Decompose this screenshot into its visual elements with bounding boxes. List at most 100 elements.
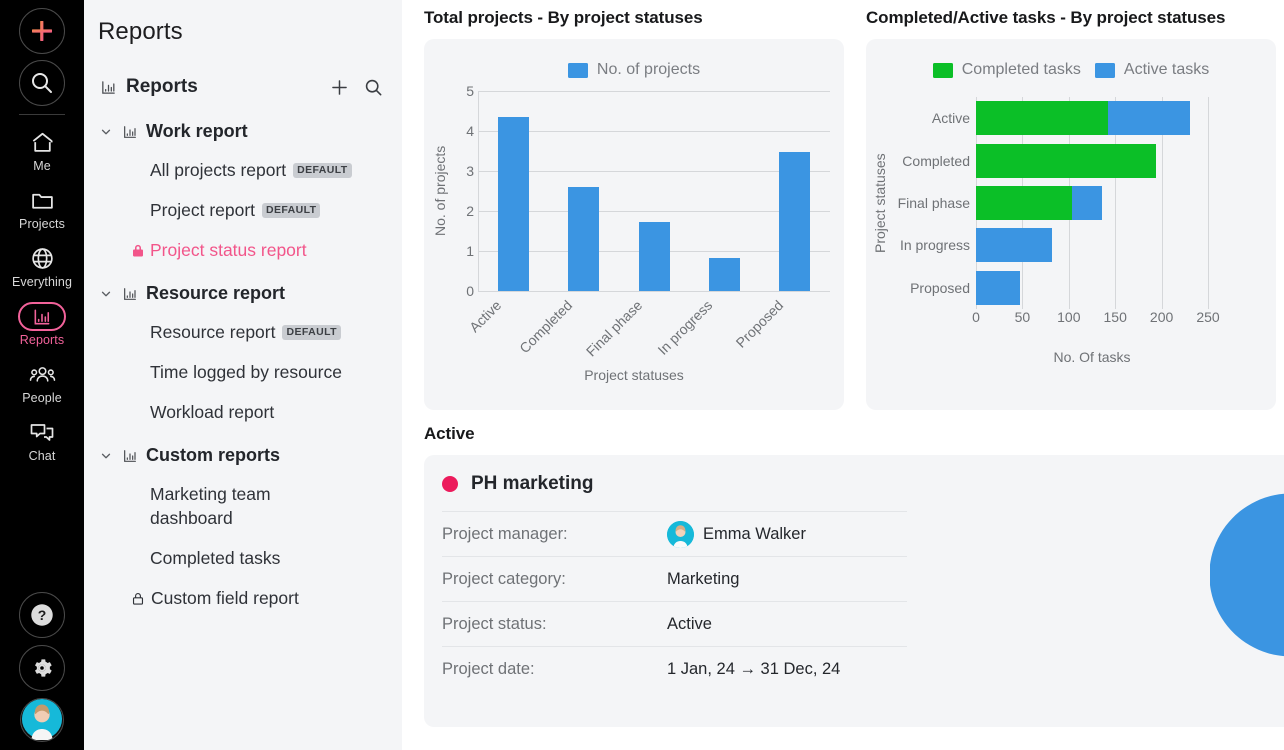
- legend-item[interactable]: Active tasks: [1095, 61, 1209, 79]
- bar-in-progress[interactable]: [709, 258, 740, 291]
- legend-item[interactable]: Completed tasks: [933, 61, 1081, 79]
- bar-chart-icon: [121, 123, 139, 141]
- x-tick: 150: [1104, 309, 1127, 325]
- chevron-down-icon: [98, 124, 114, 140]
- legend-label: No. of projects: [597, 61, 700, 79]
- gridline: [1208, 97, 1209, 309]
- bar-chart-body: No. of projects 5 4 3 2 1 0: [424, 79, 844, 291]
- sidebar-item-marketing-team-dashboard[interactable]: Marketing team dashboard: [84, 482, 402, 530]
- plot-area: [478, 91, 830, 291]
- x-tick: 0: [972, 309, 980, 325]
- bar-proposed[interactable]: [779, 152, 810, 291]
- item-label: Marketing team dashboard: [150, 482, 355, 530]
- legend-item[interactable]: No. of projects: [568, 61, 700, 79]
- folder-icon: [18, 186, 66, 215]
- cat-label: Active: [932, 110, 970, 126]
- y-axis-ticks: 5 4 3 2 1 0: [452, 91, 474, 291]
- sidebar-item-custom-field-report[interactable]: Custom field report: [84, 586, 402, 610]
- bar-row-final-phase[interactable]: [976, 182, 1208, 224]
- cat-label: In progress: [900, 237, 970, 253]
- bar-chart-icon: [121, 447, 139, 465]
- segment-completed[interactable]: [976, 144, 1156, 178]
- sidebar-item-everything[interactable]: Everything: [0, 237, 84, 295]
- row-value: Active: [667, 615, 712, 634]
- avatar-image: [667, 521, 694, 548]
- segment-active[interactable]: [1108, 101, 1191, 135]
- y-tick: 2: [466, 203, 474, 219]
- tree-group-custom-reports[interactable]: Custom reports: [84, 445, 402, 466]
- add-button[interactable]: [19, 8, 65, 54]
- sidebar-item-projects[interactable]: Projects: [0, 179, 84, 237]
- project-header: PH marketing: [442, 473, 924, 511]
- reports-tree-label: Reports: [126, 76, 318, 98]
- sidebar-item-people[interactable]: People: [0, 353, 84, 411]
- people-icon: [18, 360, 66, 389]
- category-labels: Active Completed Final phase In progress…: [890, 97, 976, 309]
- y-tick: 1: [466, 243, 474, 259]
- chevron-down-icon: [98, 448, 114, 464]
- row-value: Marketing: [667, 570, 739, 589]
- sidebar-item-time-logged-by-resource[interactable]: Time logged by resource: [84, 360, 402, 384]
- main-content: Total projects - By project statuses No.…: [402, 0, 1284, 750]
- tree-group-resource-report[interactable]: Resource report: [84, 283, 402, 304]
- search-reports-button[interactable]: [360, 74, 386, 100]
- sidebar-item-project-status-report[interactable]: Project status report: [84, 238, 402, 262]
- sidebar-item-completed-tasks[interactable]: Completed tasks: [84, 546, 402, 570]
- chart-title: Total projects - By project statuses: [424, 8, 844, 28]
- segment-active[interactable]: [976, 271, 1020, 305]
- bar-row-completed[interactable]: [976, 139, 1208, 181]
- bar-active[interactable]: [498, 117, 529, 291]
- app-root: Me Projects Everything: [0, 0, 1284, 750]
- chat-icon: [18, 418, 66, 447]
- segment-active[interactable]: [976, 228, 1052, 262]
- help-icon: ?: [28, 601, 56, 629]
- row-key: Project date:: [442, 660, 667, 679]
- help-button[interactable]: ?: [19, 592, 65, 638]
- sidebar-item-me[interactable]: Me: [0, 121, 84, 179]
- chevron-down-icon: [98, 286, 114, 302]
- x-axis-ticks: Active Completed Final phase In progress…: [458, 291, 810, 365]
- sidebar-item-workload-report[interactable]: Workload report: [84, 400, 402, 424]
- sidebar-item-chat[interactable]: Chat: [0, 411, 84, 469]
- row-value: Emma Walker: [667, 521, 806, 548]
- pie-chart[interactable]: [1210, 491, 1284, 659]
- segment-active[interactable]: [1072, 186, 1103, 220]
- lock-icon: [130, 242, 146, 259]
- default-badge: DEFAULT: [282, 325, 340, 340]
- sidebar-item-project-report[interactable]: Project report DEFAULT: [84, 198, 402, 222]
- item-label: Time logged by resource: [150, 360, 342, 384]
- project-name[interactable]: PH marketing: [471, 473, 593, 495]
- bar-row-proposed[interactable]: [976, 267, 1208, 309]
- segment-completed[interactable]: [976, 101, 1108, 135]
- item-label: Resource report: [150, 320, 275, 344]
- chart-title: Completed/Active tasks - By project stat…: [866, 8, 1284, 28]
- bar-completed[interactable]: [568, 187, 599, 291]
- add-report-button[interactable]: [326, 74, 352, 100]
- settings-button[interactable]: [19, 645, 65, 691]
- global-search-button[interactable]: [19, 60, 65, 106]
- segment-completed[interactable]: [976, 186, 1072, 220]
- user-avatar[interactable]: [20, 698, 64, 742]
- x-tick: 50: [1015, 309, 1031, 325]
- primary-nav-rail: Me Projects Everything: [0, 0, 84, 750]
- avatar-image: [21, 698, 63, 741]
- reports-tree-header: Reports: [84, 74, 402, 100]
- manager-name: Emma Walker: [703, 525, 806, 544]
- bar-row-active[interactable]: [976, 97, 1208, 139]
- table-row: Project date: 1 Jan, 24 → 31 Dec, 24: [442, 646, 907, 691]
- chart-legend: No. of projects: [424, 39, 844, 79]
- sidebar-item-resource-report[interactable]: Resource report DEFAULT: [84, 320, 402, 344]
- sidebar-item-reports[interactable]: Reports: [0, 295, 84, 353]
- legend-swatch-no-of-projects: [568, 63, 588, 78]
- group-label: Work report: [146, 121, 248, 142]
- table-row: Project status: Active: [442, 601, 907, 646]
- stacked-bar-chart-body: Project statuses Active Completed Final …: [866, 79, 1276, 309]
- row-key: Project status:: [442, 615, 667, 634]
- bar-row-in-progress[interactable]: [976, 224, 1208, 266]
- sidebar-item-all-projects-report[interactable]: All projects report DEFAULT: [84, 158, 402, 182]
- x-axis-label: No. Of tasks: [976, 349, 1208, 365]
- project-attribute-table: Project manager:: [442, 511, 907, 691]
- tree-group-work-report[interactable]: Work report: [84, 121, 402, 142]
- bar-final-phase[interactable]: [639, 222, 670, 291]
- section-title: Active: [424, 424, 1284, 444]
